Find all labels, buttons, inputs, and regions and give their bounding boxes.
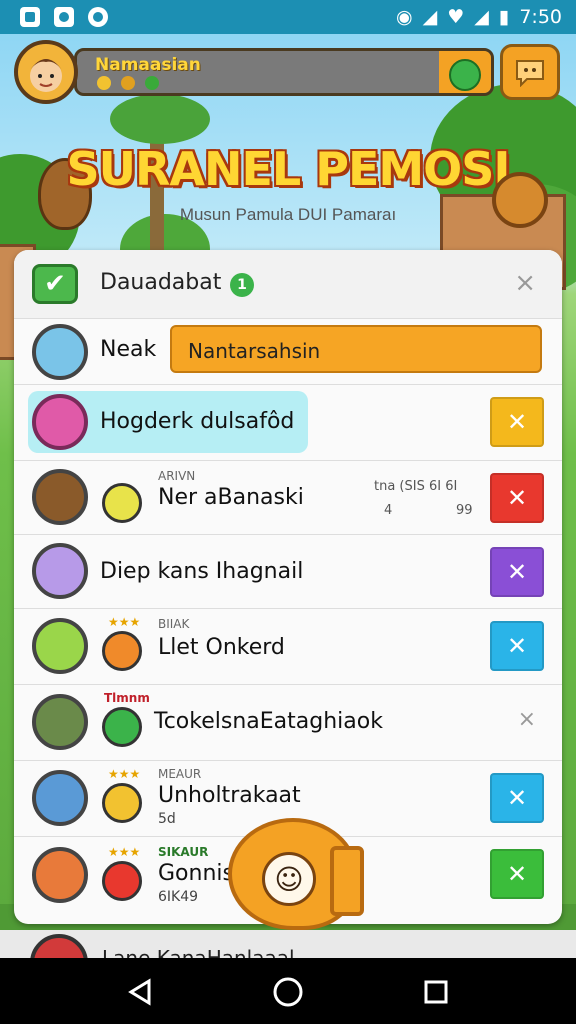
tv-icon [32, 618, 88, 674]
target-icon [32, 694, 88, 750]
status-bar: ◉ ◢ ♥ ◢ ▮ 7:50 [0, 0, 576, 34]
row-label: Ner aBanaski [158, 485, 304, 510]
action-button[interactable]: ✕ [490, 849, 544, 899]
checkmark-icon: ✔ [32, 264, 78, 304]
battery-icon: ▮ [498, 6, 510, 28]
medal-icon [102, 483, 142, 523]
back-icon [128, 978, 151, 1006]
row-label: Diep kans Ihagnail [100, 559, 304, 584]
action-button[interactable]: ✕ [490, 397, 544, 447]
gem-icon [145, 76, 159, 90]
fox-icon [32, 770, 88, 826]
row-stat: tna (SIS 6I 6I [374, 479, 458, 494]
rocket-icon [32, 543, 88, 599]
action-button[interactable]: ✕ [490, 547, 544, 597]
action-button[interactable]: ✕ [490, 621, 544, 671]
name-input[interactable]: Nantarsahsin [170, 325, 542, 373]
row-category: MEAUR [158, 767, 202, 781]
jug-icon [32, 394, 88, 450]
list-item[interactable]: Diep kans Ihagnail ✕ [14, 534, 562, 609]
back-button[interactable] [118, 970, 162, 1014]
row-label: Llet Onkerd [158, 635, 285, 660]
row-label: Hogderk dulsafôd [100, 409, 295, 434]
avatar[interactable] [14, 40, 78, 104]
row-stat: 4 [384, 503, 393, 518]
game-subtitle: Musun Pamula DUI Pamaraı [179, 205, 397, 224]
action-button[interactable]: ✕ [490, 473, 544, 523]
stars-icon: ★★★ [108, 845, 141, 859]
media-icon [54, 7, 74, 27]
sync-icon: ◉ [395, 6, 413, 28]
house-icon [32, 324, 88, 380]
panel-header: ✔ Dauadabat 1 × [14, 250, 562, 318]
list-item[interactable]: Hogderk dulsafôd ✕ [14, 384, 562, 461]
row-label: Unholtrakaat [158, 783, 301, 808]
mascot-tail [330, 846, 364, 916]
resource-gems [97, 76, 159, 90]
list-item[interactable]: ARIVN Ner aBanaski tna (SIS 6I 6I 4 99 ✕ [14, 460, 562, 535]
chat-badge-icon [102, 707, 142, 747]
avatar-face-icon [30, 59, 62, 92]
pot-icon [32, 469, 88, 525]
smiley-face-icon: ☺ [262, 852, 316, 906]
game-title: SURANEL PEMOSI [66, 142, 510, 196]
player-bar[interactable]: Namaasian [74, 48, 494, 96]
list-item[interactable]: Tlmnm TcokelsnaEataghiaok × [14, 684, 562, 761]
row-sub: 5d [158, 811, 176, 827]
list-item: Neak Nantarsahsin [14, 318, 562, 385]
player-name: Namaasian [95, 55, 201, 75]
medal-icon [102, 861, 142, 901]
medal-icon [102, 631, 142, 671]
gem-icon [121, 76, 135, 90]
recents-button[interactable] [414, 970, 458, 1014]
puzzle-icon [88, 7, 108, 27]
navigation-bar [0, 958, 576, 1024]
close-icon[interactable]: × [518, 707, 536, 732]
gift-button[interactable] [492, 172, 548, 228]
clock-time: 7:50 [519, 6, 562, 28]
row-label: Neak [100, 337, 157, 362]
row-category: SIKAUR [158, 845, 209, 859]
row-category: BIIAK [158, 617, 190, 631]
row-sub: 6IK49 [158, 889, 199, 905]
gem-icon [97, 76, 111, 90]
mute-icon: ◢ [422, 6, 438, 28]
chat-button[interactable] [500, 44, 560, 100]
medal-icon [102, 783, 142, 823]
close-button[interactable]: × [514, 268, 536, 298]
stars-icon: ★★★ [108, 767, 141, 781]
chat-face-icon [516, 60, 544, 87]
info-badge[interactable]: 1 [230, 273, 254, 297]
scene-icon [32, 847, 88, 903]
player-hud: Namaasian [14, 40, 494, 104]
wifi-icon: ♥ [447, 6, 465, 28]
home-icon [273, 977, 303, 1007]
action-button[interactable]: ✕ [490, 773, 544, 823]
add-currency-button[interactable] [449, 59, 481, 91]
row-category: ARIVN [158, 469, 196, 483]
list-item[interactable]: ★★★ BIIAK Llet Onkerd ✕ [14, 608, 562, 685]
row-stat: 99 [456, 503, 473, 518]
signal-icon: ◢ [474, 6, 489, 28]
row-label: TcokelsnaEataghiaok [154, 709, 383, 734]
stars-icon: ★★★ [108, 615, 141, 629]
panel-title: Dauadabat [100, 270, 222, 295]
recents-icon [424, 980, 448, 1004]
row-tag: Tlmnm [104, 691, 150, 705]
home-button[interactable] [266, 970, 310, 1014]
row-label: Gonnis [158, 861, 234, 886]
app-icon [20, 7, 40, 27]
